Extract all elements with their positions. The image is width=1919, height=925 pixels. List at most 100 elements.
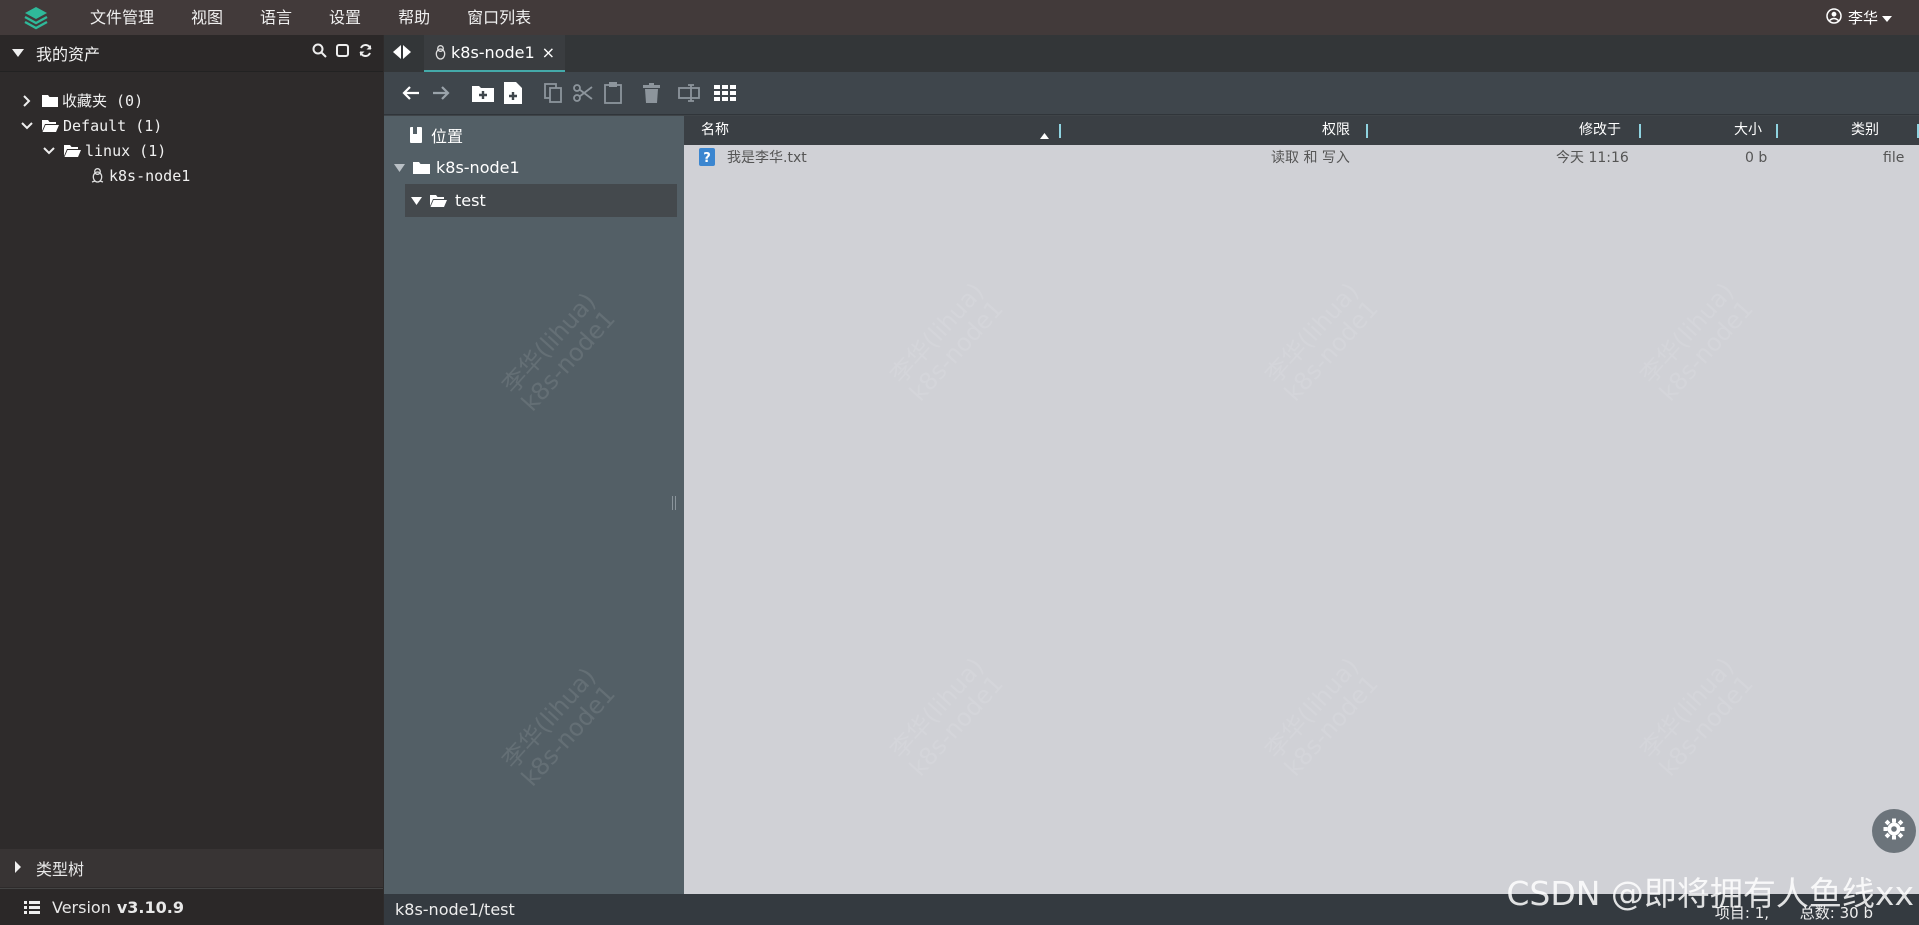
watermark: 李华(lihua) k8s-node1: [1259, 277, 1384, 407]
top-menu-bar: 文件管理 视图 语言 设置 帮助 窗口列表 李华: [0, 0, 1919, 35]
watermark: 李华(lihua) k8s-node1: [1259, 652, 1384, 782]
linux-penguin-icon: [91, 168, 104, 183]
watermark: 李华(lihua) k8s-node1: [1634, 277, 1759, 407]
refresh-icon[interactable]: [358, 43, 373, 62]
app-logo-icon[interactable]: [18, 0, 53, 35]
scissors-icon[interactable]: [570, 80, 596, 106]
new-folder-icon[interactable]: [470, 80, 496, 106]
file-type: file: [1883, 150, 1905, 166]
user-menu[interactable]: 李华: [1826, 0, 1892, 35]
search-icon[interactable]: [312, 43, 327, 62]
watermark: 李华(lihua) k8s-node1: [496, 287, 621, 417]
grid-view-icon[interactable]: [712, 80, 738, 106]
file-list-body: ? 我是李华.txt 读取 和 写入 今天 11:16 0 b file: [684, 145, 1919, 171]
file-list-pane: 名称 权限 修改于 大小 类别 ? 我是李华.txt 读取 和 写入 今天 11…: [684, 116, 1919, 894]
menu-settings[interactable]: 设置: [329, 0, 361, 35]
list-icon[interactable]: [24, 900, 40, 914]
tree-node-label: 收藏夹 (0): [62, 92, 144, 110]
sort-asc-icon[interactable]: [1040, 127, 1049, 143]
back-arrow-icon[interactable]: [398, 80, 424, 106]
chevron-down-icon: [20, 121, 34, 130]
file-permission: 读取 和 写入: [1271, 150, 1350, 166]
asset-tree: 收藏夹 (0) Default (1) linux (1) k8s-node1: [0, 88, 383, 188]
settings-gear-button[interactable]: [1872, 809, 1916, 853]
column-size[interactable]: 大小: [1734, 116, 1762, 145]
column-resizer[interactable]: [1639, 124, 1641, 138]
folder-icon: [42, 94, 58, 107]
tree-node-linux[interactable]: linux (1): [0, 138, 383, 163]
column-type[interactable]: 类别: [1851, 116, 1879, 145]
watermark: 李华(lihua) k8s-node1: [884, 652, 1009, 782]
file-name: 我是李华.txt: [727, 150, 807, 166]
folder-icon: [413, 161, 430, 174]
tab-scroll-arrows: [392, 44, 412, 63]
tab-k8s-node1[interactable]: k8s-node1 ×: [424, 35, 566, 72]
menu-language[interactable]: 语言: [260, 0, 292, 35]
delete-trash-icon[interactable]: [638, 80, 664, 106]
tree-node-default[interactable]: Default (1): [0, 113, 383, 138]
file-list-header: 名称 权限 修改于 大小 类别: [684, 116, 1919, 145]
caret-down-icon: [410, 196, 422, 205]
version-value: v3.10.9: [116, 897, 184, 917]
caret-left-icon[interactable]: [392, 44, 401, 63]
menu-file-management[interactable]: 文件管理: [90, 0, 154, 35]
asset-sidebar: 我的资产 收藏夹 (0) Default (1) linux (1) k8s-n…: [0, 35, 383, 925]
folder-open-icon: [430, 194, 447, 207]
column-modified[interactable]: 修改于: [1579, 116, 1621, 145]
file-modified: 今天 11:16: [1556, 150, 1629, 166]
my-assets-header[interactable]: 我的资产: [0, 35, 383, 72]
watermark: 李华(lihua) k8s-node1: [884, 277, 1009, 407]
column-name[interactable]: 名称: [701, 116, 729, 145]
user-name: 李华: [1847, 9, 1878, 27]
caret-down-icon: [1882, 9, 1892, 27]
menu-help[interactable]: 帮助: [398, 0, 430, 35]
collapse-all-icon[interactable]: [335, 43, 350, 62]
column-permission[interactable]: 权限: [1322, 116, 1350, 145]
tab-close-icon[interactable]: ×: [542, 43, 555, 62]
file-size: 0 b: [1745, 150, 1768, 166]
menu-window-list[interactable]: 窗口列表: [467, 0, 531, 35]
locations-header: 位置: [384, 118, 684, 151]
watermark: 李华(lihua) k8s-node1: [496, 662, 621, 792]
chevron-down-icon: [42, 146, 56, 155]
menu-view[interactable]: 视图: [191, 0, 223, 35]
folder-open-icon: [64, 144, 81, 157]
rename-icon[interactable]: [676, 80, 702, 106]
tree-node-label: linux (1): [85, 141, 167, 160]
folder-open-icon: [42, 119, 59, 132]
bookmark-icon: [410, 126, 422, 143]
caret-right-icon: [14, 859, 22, 877]
unknown-file-icon: ?: [699, 148, 715, 166]
location-host[interactable]: k8s-node1: [384, 151, 684, 184]
file-row[interactable]: ? 我是李华.txt 读取 和 写入 今天 11:16 0 b file: [684, 145, 1919, 171]
column-resizer[interactable]: [1059, 124, 1061, 138]
caret-down-icon: [12, 44, 24, 62]
tree-node-label: k8s-node1: [109, 166, 191, 185]
tab-title: k8s-node1: [451, 43, 535, 62]
new-file-icon[interactable]: [500, 80, 526, 106]
caret-right-icon[interactable]: [403, 44, 412, 63]
type-tree-header[interactable]: 类型树: [0, 849, 383, 887]
locations-title: 位置: [431, 126, 464, 146]
column-resizer[interactable]: [1366, 124, 1368, 138]
tree-node-favorites[interactable]: 收藏夹 (0): [0, 88, 383, 113]
my-assets-title: 我的资产: [36, 45, 101, 64]
tree-node-k8s-node1[interactable]: k8s-node1: [0, 163, 383, 188]
tree-node-label: Default (1): [63, 116, 163, 135]
file-toolbar: [384, 72, 1919, 115]
location-folder-test[interactable]: test: [405, 184, 677, 217]
forward-arrow-icon[interactable]: [428, 80, 454, 106]
svg-text:?: ?: [703, 151, 711, 166]
splitter-handle[interactable]: [672, 496, 676, 510]
chevron-right-icon: [20, 94, 34, 107]
paste-icon[interactable]: [600, 80, 626, 106]
gear-icon: [1883, 818, 1905, 844]
linux-penguin-icon: [434, 45, 447, 60]
user-circle-icon: [1826, 7, 1842, 28]
column-resizer[interactable]: [1776, 124, 1778, 138]
location-host-label: k8s-node1: [436, 158, 520, 177]
location-folder-label: test: [455, 191, 486, 210]
current-path: k8s-node1/test: [395, 900, 515, 919]
caret-down-icon: [393, 163, 405, 172]
copy-icon[interactable]: [540, 80, 566, 106]
